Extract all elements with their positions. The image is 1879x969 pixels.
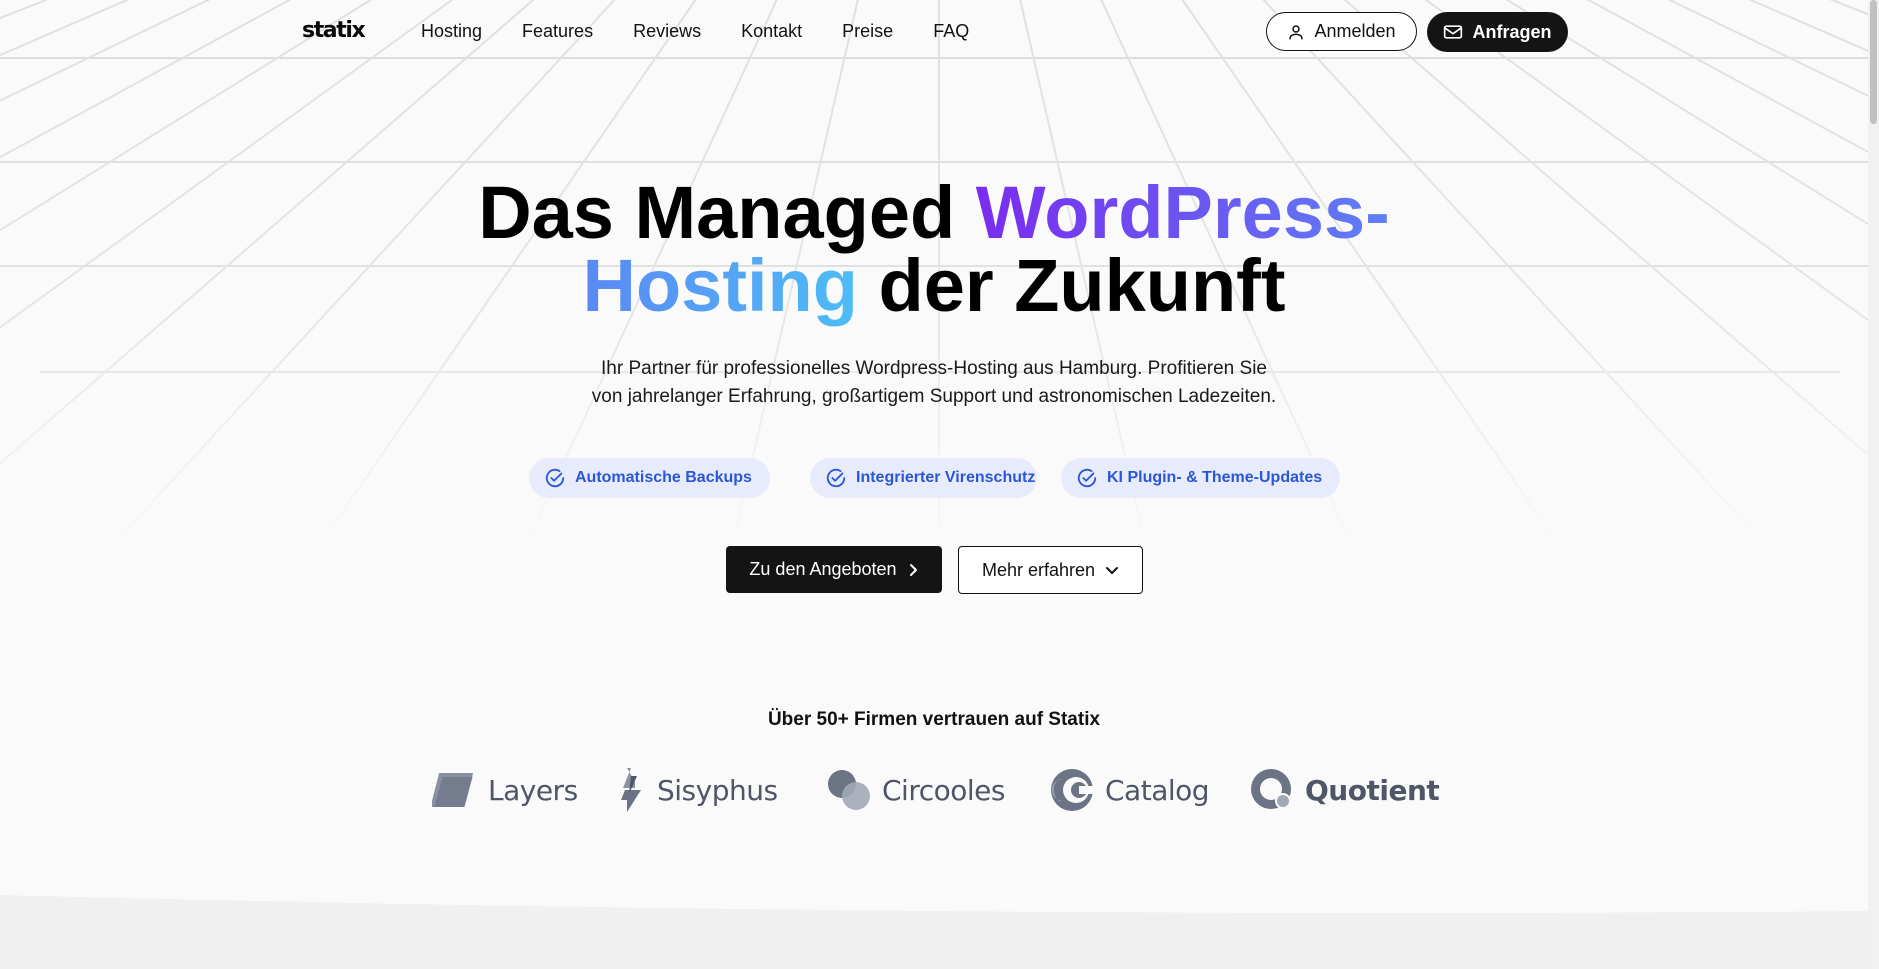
check-circle-icon bbox=[545, 468, 565, 488]
nav-item-kontakt[interactable]: Kontakt bbox=[741, 21, 802, 42]
logo-label: Layers bbox=[488, 773, 578, 807]
page-scrollbar[interactable] bbox=[1868, 0, 1879, 969]
logo-label: Catalog bbox=[1105, 773, 1210, 807]
offers-label: Zu den Angeboten bbox=[749, 559, 897, 579]
hero-title-part2: der Zukunft bbox=[857, 244, 1286, 327]
nav-item-hosting[interactable]: Hosting bbox=[421, 21, 482, 42]
logo-layers: Layers bbox=[432, 764, 578, 816]
hero-subtitle-line1: Ihr Partner für professionelles Wordpres… bbox=[601, 358, 1267, 379]
feature-pill-label: KI Plugin- & Theme-Updates bbox=[1107, 469, 1323, 486]
logo-quotient: Quotient bbox=[1249, 764, 1440, 816]
user-icon bbox=[1289, 24, 1304, 39]
trust-heading: Über 50+ Firmen vertrauen auf Statix bbox=[767, 709, 1101, 730]
login-button[interactable]: Anmelden bbox=[1266, 12, 1417, 51]
hero-title-highlight-hosting: Hosting bbox=[582, 244, 858, 327]
hero-subtitle: Ihr Partner für professionelles Wordpres… bbox=[0, 355, 1868, 411]
logo-sisyphus: Sisyphus bbox=[615, 764, 778, 816]
chevron-down-icon bbox=[1106, 567, 1119, 574]
hero-title-highlight-wordpress: WordPress- bbox=[975, 171, 1390, 254]
feature-pill-ai-updates: KI Plugin- & Theme-Updates bbox=[1061, 458, 1340, 498]
learn-more-label: Mehr erfahren bbox=[981, 559, 1096, 580]
feature-pill-label: Integrierter Virenschutz bbox=[856, 469, 1036, 486]
hero-title: Das Managed WordPress- Hosting der Zukun… bbox=[0, 176, 1868, 323]
chevron-right-icon bbox=[909, 563, 917, 576]
scrollbar-thumb[interactable] bbox=[1870, 0, 1877, 124]
offers-button[interactable]: Zu den Angeboten bbox=[726, 546, 942, 593]
request-label: Anfragen bbox=[1472, 21, 1552, 42]
request-button[interactable]: Anfragen bbox=[1427, 12, 1568, 52]
catalog-logo-icon bbox=[1051, 769, 1095, 811]
site-logo[interactable]: statix bbox=[302, 18, 366, 43]
logo-label: Circooles bbox=[882, 773, 1005, 807]
logo-catalog: Catalog bbox=[1049, 764, 1210, 816]
feature-pill-label: Automatische Backups bbox=[575, 469, 752, 486]
logo-circooles: Circooles bbox=[826, 764, 1005, 816]
logo-label: Sisyphus bbox=[657, 773, 778, 807]
quotient-logo-icon bbox=[1251, 769, 1291, 809]
main-menu: Hosting Features Reviews Kontakt Preise … bbox=[421, 21, 969, 42]
nav-item-features[interactable]: Features bbox=[522, 21, 593, 42]
nav-item-reviews[interactable]: Reviews bbox=[633, 21, 701, 42]
layers-logo-icon bbox=[432, 773, 474, 807]
sisyphus-logo-icon bbox=[621, 768, 641, 812]
top-navigation: statix Hosting Features Reviews Kontakt … bbox=[0, 0, 1868, 64]
circooles-logo-icon bbox=[828, 770, 870, 810]
check-circle-icon bbox=[1077, 468, 1097, 488]
logo-label: Quotient bbox=[1305, 773, 1440, 807]
login-label: Anmelden bbox=[1314, 21, 1396, 41]
learn-more-button[interactable]: Mehr erfahren bbox=[958, 546, 1143, 594]
nav-item-faq[interactable]: FAQ bbox=[933, 21, 969, 42]
feature-pill-virus-protection: Integrierter Virenschutz bbox=[810, 458, 1037, 498]
feature-pills: Automatische Backups Integrierter Virens… bbox=[529, 458, 1340, 498]
check-circle-icon bbox=[826, 468, 846, 488]
section-divider bbox=[0, 895, 1868, 969]
hero-subtitle-line2: von jahrelanger Erfahrung, großartigem S… bbox=[591, 386, 1277, 407]
feature-pill-backups: Automatische Backups bbox=[529, 458, 770, 498]
mail-icon bbox=[1444, 25, 1463, 39]
hero-title-part1: Das Managed bbox=[478, 171, 976, 254]
nav-item-preise[interactable]: Preise bbox=[842, 21, 893, 42]
